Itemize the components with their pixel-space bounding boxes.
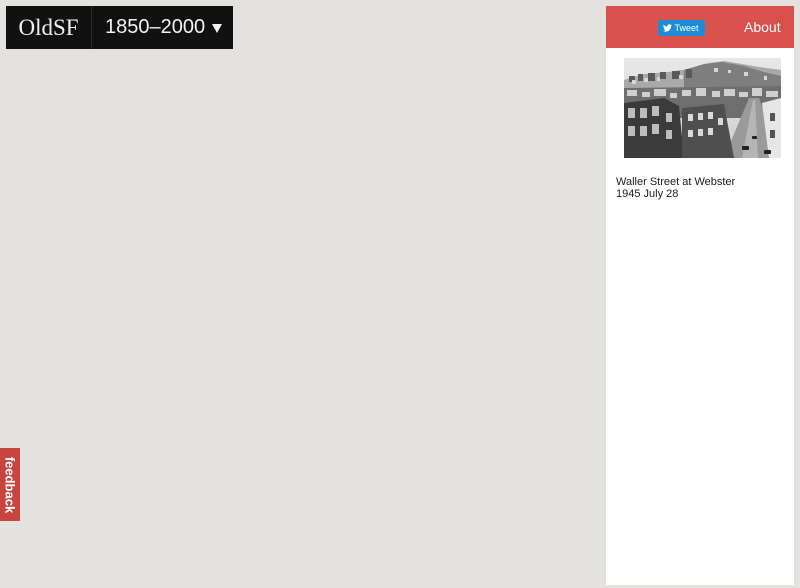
photo-caption: Waller Street at Webster 1945 July 28 (616, 176, 786, 200)
street-photo-image (624, 58, 781, 158)
panel-header: Tweet About (606, 6, 794, 48)
map-canvas[interactable] (0, 0, 606, 588)
twitter-bird-icon (663, 24, 672, 32)
caret-down-icon (212, 23, 223, 33)
feedback-tab[interactable]: feedback (0, 448, 20, 521)
about-link[interactable]: About (744, 19, 781, 35)
tweet-button[interactable]: Tweet (658, 20, 705, 36)
tweet-label: Tweet (674, 23, 699, 33)
photo-thumbnail[interactable] (624, 58, 781, 158)
photo-title: Waller Street at Webster (616, 176, 736, 188)
year-range-dropdown[interactable]: 1850–2000 (92, 6, 233, 49)
site-logo[interactable]: OldSF (6, 6, 92, 49)
brand-bar: OldSF 1850–2000 (6, 6, 234, 49)
photo-side-panel: Tweet About Waller Street at Webster 194… (606, 6, 794, 585)
photo-date: 1945 July 28 (616, 188, 679, 200)
year-range-label: 1850–2000 (105, 16, 206, 38)
feedback-label: feedback (2, 456, 18, 513)
